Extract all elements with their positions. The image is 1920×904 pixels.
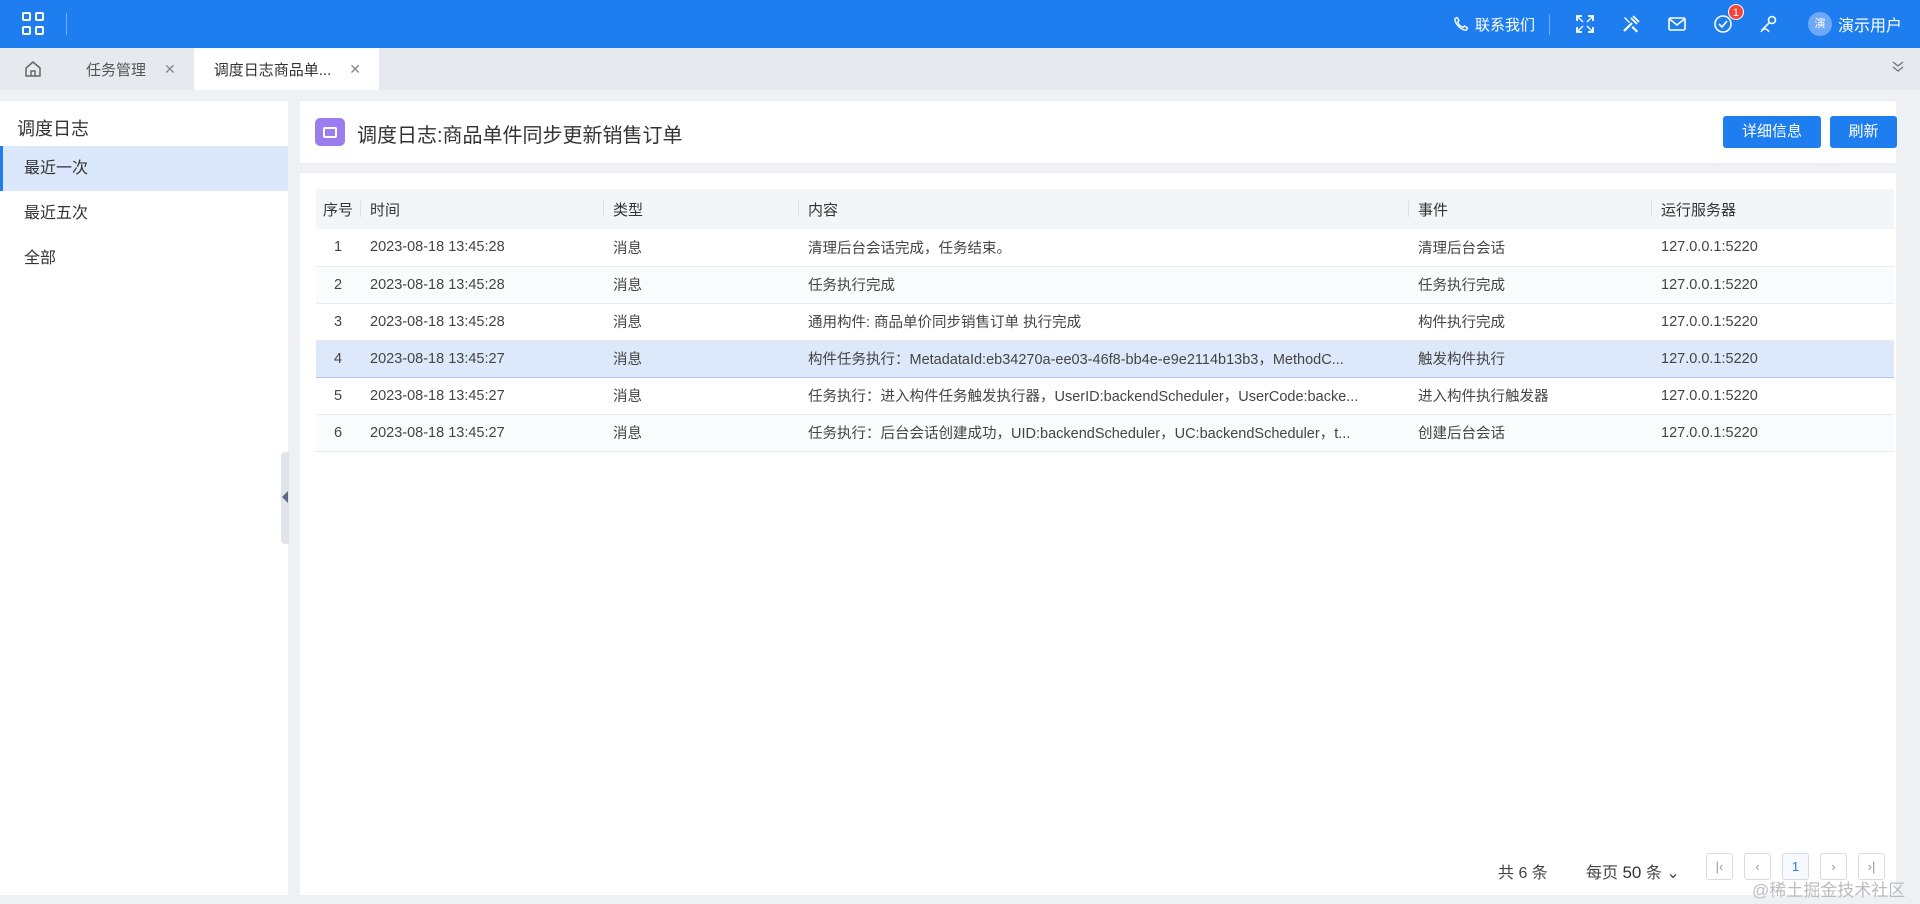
cell-event: 触发构件执行 [1418, 352, 1505, 368]
fullscreen-icon[interactable] [1574, 13, 1596, 35]
sidebar-item-latest[interactable]: 最近一次 [0, 146, 288, 191]
cell-event: 创建后台会话 [1418, 426, 1505, 442]
cell-type: 消息 [613, 352, 642, 368]
sidebar-item-last-five[interactable]: 最近五次 [0, 191, 288, 236]
column-header: 序号 [322, 201, 353, 219]
page-size-suffix: 条 [1645, 865, 1662, 882]
table-header-row: 序号 时间 类型 内容 事件 运行服务器 [316, 189, 1894, 229]
divider [66, 13, 67, 35]
page-size-value: 50 [1622, 863, 1642, 882]
cell-content: 任务执行：进入构件任务触发执行器，UserID:backendScheduler… [808, 389, 1359, 405]
cell-content: 构件任务执行：MetadataId:eb34270a-ee03-46f8-bb4… [808, 352, 1344, 368]
log-table: 序号 时间 类型 内容 事件 运行服务器 1 2023-08-18 13:45:… [316, 189, 1894, 452]
cell-time: 2023-08-18 13:45:28 [370, 276, 505, 293]
cell-event: 构件执行完成 [1418, 315, 1505, 331]
tools-icon[interactable] [1620, 13, 1642, 35]
cell-time: 2023-08-18 13:45:27 [370, 350, 505, 367]
column-header: 内容 [798, 189, 1408, 229]
table-row[interactable]: 3 2023-08-18 13:45:28 消息 通用构件: 商品单价同步销售订… [316, 303, 1894, 340]
tab-task-management[interactable]: 任务管理 ✕ [66, 48, 194, 90]
top-bar: 联系我们 1 演 演示用户 [0, 0, 1920, 48]
pagination: 共 6 条 每页 50 条 ⌄ |‹ ‹ 1 › ›| [300, 853, 1896, 883]
user-menu[interactable]: 演 演示用户 [1807, 12, 1902, 36]
avatar: 演 [1807, 12, 1832, 36]
cell-content: 通用构件: 商品单价同步销售订单 执行完成 [808, 315, 1082, 331]
column-header: 事件 [1408, 189, 1651, 229]
tab-home[interactable] [0, 48, 66, 90]
table-row[interactable]: 5 2023-08-18 13:45:27 消息 任务执行：进入构件任务触发执行… [316, 377, 1894, 414]
cell-index: 4 [333, 350, 343, 367]
table-row[interactable]: 2 2023-08-18 13:45:28 消息 任务执行完成 任务执行完成 1… [316, 266, 1894, 303]
cell-type: 消息 [613, 240, 642, 257]
cell-index: 2 [333, 276, 343, 293]
phone-icon [1454, 16, 1469, 31]
chevron-down-icon: ⌄ [1666, 865, 1680, 882]
sidebar-collapse-handle[interactable] [281, 452, 289, 544]
cell-index: 6 [333, 424, 343, 441]
cell-event: 进入构件执行触发器 [1418, 389, 1549, 405]
user-name: 演示用户 [1837, 18, 1902, 35]
column-header: 类型 [603, 189, 798, 229]
cell-server: 127.0.0.1:5220 [1661, 313, 1758, 330]
watermark: @稀土掘金技术社区 [1752, 881, 1906, 900]
top-right-tools: 联系我们 1 演 演示用户 [1453, 0, 1902, 48]
cell-event: 清理后台会话 [1418, 240, 1505, 257]
cell-time: 2023-08-18 13:45:28 [370, 313, 505, 330]
cell-server: 127.0.0.1:5220 [1661, 424, 1758, 441]
cell-type: 消息 [613, 315, 642, 331]
cell-content: 任务执行完成 [808, 278, 895, 294]
tab-schedule-log[interactable]: 调度日志商品单... ✕ [193, 48, 379, 90]
home-icon [25, 61, 41, 77]
contact-us-label: 联系我们 [1474, 16, 1535, 34]
tab-label: 调度日志商品单... [213, 61, 332, 79]
cell-type: 消息 [613, 389, 642, 405]
detail-info-button[interactable]: 详细信息 [1723, 116, 1821, 148]
total-count: 共 6 条 [1498, 865, 1548, 882]
tab-bar: 任务管理 ✕ 调度日志商品单... ✕ [0, 48, 1920, 90]
sidebar-item-all[interactable]: 全部 [0, 236, 288, 281]
cell-time: 2023-08-18 13:45:27 [370, 387, 505, 404]
first-page-button[interactable]: |‹ [1706, 853, 1733, 880]
cell-index: 5 [333, 387, 343, 404]
table-row[interactable]: 1 2023-08-18 13:45:28 消息 清理后台会话完成，任务结束。 … [316, 229, 1894, 266]
close-icon[interactable]: ✕ [164, 61, 176, 78]
page-header: 调度日志:商品单件同步更新销售订单 详细信息 刷新 [300, 101, 1897, 163]
column-header: 运行服务器 [1651, 189, 1894, 229]
table-row[interactable]: 6 2023-08-18 13:45:27 消息 任务执行：后台会话创建成功，U… [316, 414, 1894, 451]
cell-content: 任务执行：后台会话创建成功，UID:backendScheduler，UC:ba… [808, 426, 1351, 442]
cell-server: 127.0.0.1:5220 [1661, 276, 1758, 293]
sidebar: 调度日志 最近一次 最近五次 全部 [0, 101, 288, 895]
cell-type: 消息 [613, 278, 642, 294]
contact-us-link[interactable]: 联系我们 [1453, 13, 1550, 35]
chevron-down-icon[interactable] [1890, 58, 1906, 78]
table-row[interactable]: 4 2023-08-18 13:45:27 消息 构件任务执行：Metadata… [316, 340, 1894, 377]
log-table-panel: 序号 时间 类型 内容 事件 运行服务器 1 2023-08-18 13:45:… [300, 173, 1896, 895]
cell-time: 2023-08-18 13:45:28 [370, 239, 505, 256]
cell-index: 1 [333, 239, 343, 256]
refresh-button[interactable]: 刷新 [1830, 116, 1897, 148]
cell-content: 清理后台会话完成，任务结束。 [808, 240, 1011, 257]
cell-type: 消息 [613, 426, 642, 442]
folder-icon [315, 118, 345, 146]
cell-server: 127.0.0.1:5220 [1661, 387, 1758, 404]
apps-grid-icon[interactable] [22, 12, 46, 36]
sidebar-title: 调度日志 [17, 119, 89, 139]
notification-badge: 1 [1727, 4, 1744, 20]
page-title: 调度日志:商品单件同步更新销售订单 [357, 125, 683, 147]
tab-label: 任务管理 [86, 61, 147, 79]
close-icon[interactable]: ✕ [349, 61, 361, 78]
cell-index: 3 [333, 313, 343, 330]
page-size-select[interactable]: 每页 50 条 ⌄ [1586, 859, 1680, 883]
task-check-icon[interactable]: 1 [1712, 4, 1744, 35]
cell-server: 127.0.0.1:5220 [1661, 350, 1758, 367]
cell-time: 2023-08-18 13:45:27 [370, 424, 505, 441]
column-header: 时间 [360, 189, 603, 229]
page-size-prefix: 每页 [1586, 865, 1619, 882]
cell-server: 127.0.0.1:5220 [1661, 239, 1758, 256]
user-search-icon[interactable] [1758, 13, 1780, 35]
caret-left-icon [282, 491, 288, 503]
mail-icon[interactable] [1666, 13, 1688, 35]
cell-event: 任务执行完成 [1418, 278, 1505, 294]
